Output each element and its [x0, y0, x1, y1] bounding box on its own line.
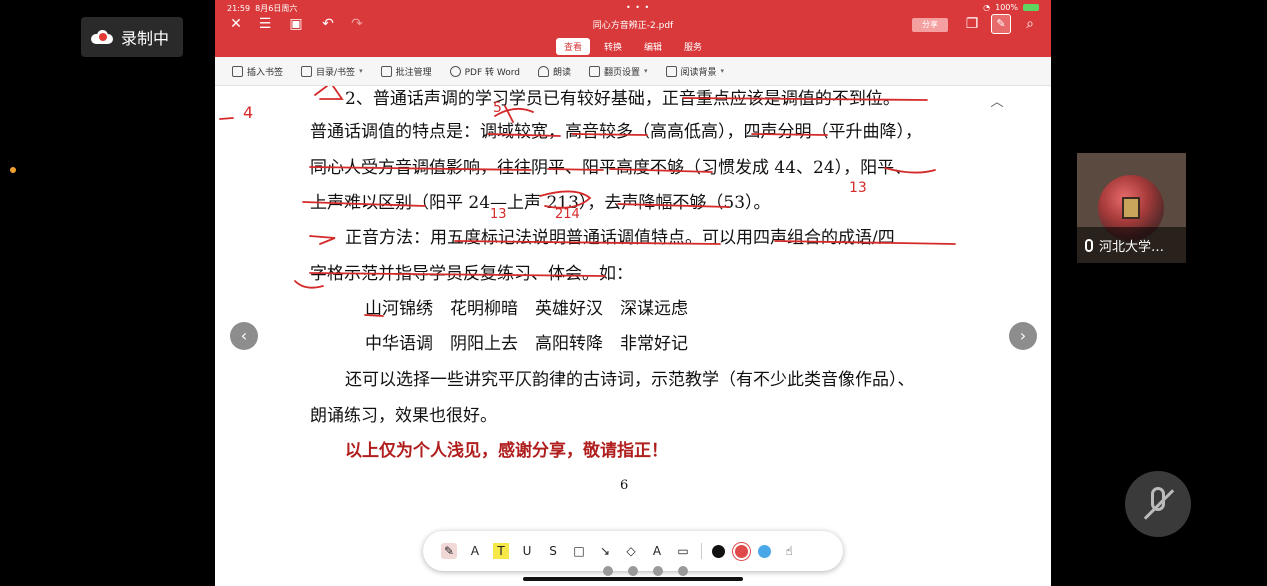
tab-convert[interactable]: 转换	[596, 38, 630, 55]
menu-icon[interactable]: ☰	[256, 15, 274, 33]
close-icon[interactable]: ✕	[227, 15, 245, 33]
toc-button[interactable]: 目录/书签 ▾	[301, 65, 363, 78]
pdf-app-header: 21:59 8月6日周六 • • • ◔ 100% 同心方音辨正-2.pdf ✕…	[215, 0, 1051, 57]
rectangle-icon[interactable]: □	[571, 543, 587, 559]
tablet-screen: 21:59 8月6日周六 • • • ◔ 100% 同心方音辨正-2.pdf ✕…	[215, 0, 1051, 586]
window-image	[1122, 197, 1140, 219]
indicator-dot	[10, 167, 16, 173]
redo-icon[interactable]: ↷	[348, 15, 366, 33]
color-black-swatch[interactable]	[712, 544, 725, 558]
participant-video-tile[interactable]: 河北大学…	[1077, 153, 1186, 263]
doc-line-6: 字格示范并指导学员反复练习、体会。如：	[310, 264, 633, 284]
divider	[701, 543, 702, 559]
collapse-toolbar-icon[interactable]: ︿	[985, 91, 1009, 110]
underline-icon[interactable]: U	[519, 543, 535, 559]
wifi-icon: ◔	[983, 3, 991, 12]
page-dots	[603, 566, 688, 576]
participant-label: 河北大学…	[1077, 227, 1186, 263]
text-highlight-icon[interactable]: T	[493, 543, 509, 559]
home-indicator[interactable]	[523, 577, 743, 581]
text-box-icon[interactable]: A	[649, 543, 665, 559]
hand-pointer-icon[interactable]: ☝	[781, 543, 797, 559]
tab-service[interactable]: 服务	[676, 38, 710, 55]
highlighter-icon[interactable]: Ａ	[467, 543, 483, 559]
share-button[interactable]: 分享	[912, 18, 948, 32]
recording-badge[interactable]: 录制中	[81, 17, 183, 57]
page-turn-settings-button[interactable]: 翻页设置 ▾	[589, 65, 648, 78]
doc-line-idioms-1: 山河锦绣 花明柳暗 英雄好汉 深谋远虑	[365, 299, 688, 319]
page-dot[interactable]	[678, 566, 688, 576]
arrow-icon[interactable]: ↘	[597, 543, 613, 559]
screen: 录制中 21:59 8月6日周六 • • • ◔ 100% 同心方音辨正-2.p…	[0, 0, 1267, 586]
page-dot[interactable]	[628, 566, 638, 576]
participant-name: 河北大学…	[1099, 239, 1165, 255]
more-dots-icon[interactable]: • • •	[626, 3, 650, 12]
doc-line-3: 同心人受方音调值影响，往往阴平、阳平高度不够（习惯发成 44、24），阳平、	[310, 158, 912, 178]
battery-percent: 100%	[995, 3, 1018, 12]
doc-line-4: 上声难以区别（阳平 24—上声 213），去声降幅不够（53）。	[310, 193, 771, 213]
main-tabs: 查看 转换 编辑 服务	[215, 38, 1051, 55]
headphone-icon	[537, 65, 549, 77]
strikethrough-icon[interactable]: S	[545, 543, 561, 559]
pen-tool-icon[interactable]: ✎	[441, 543, 457, 559]
color-red-swatch[interactable]	[735, 544, 748, 558]
list-icon	[301, 65, 313, 77]
status-indicators: ◔ 100%	[983, 3, 1039, 12]
view-toolbar: 插入书签 目录/书签 ▾ 批注管理 PDF 转 Word 朗读 翻页设置 ▾ 阅读背…	[215, 57, 1051, 86]
recording-label: 录制中	[121, 29, 170, 48]
doc-line-8: 朗诵练习，效果也很好。	[310, 406, 497, 426]
eraser-icon[interactable]: ◇	[623, 543, 639, 559]
insert-bookmark-button[interactable]: 插入书签	[232, 65, 283, 78]
status-time: 21:59 8月6日周六	[227, 4, 298, 13]
battery-icon	[1023, 4, 1039, 11]
color-blue-swatch[interactable]	[758, 544, 771, 558]
doc-line-7: 还可以选择一些讲究平仄韵律的古诗词，示范教学（有不少此类音像作品）、	[345, 370, 915, 390]
background-icon	[665, 65, 677, 77]
doc-line-1: 2、普通话声调的学习学员已有较好基础，正音重点应该是调值的不到位。	[345, 89, 900, 109]
next-page-button[interactable]: ›	[1009, 322, 1037, 350]
annotation-manage-button[interactable]: 批注管理	[380, 65, 432, 78]
microphone-icon	[1085, 238, 1093, 252]
page-icon	[589, 65, 600, 77]
convert-icon	[449, 65, 461, 77]
annotation-icon	[380, 65, 392, 77]
mute-microphone-button[interactable]	[1125, 471, 1191, 537]
handwritten-note-13a: 13	[849, 180, 867, 196]
doc-line-2: 普通话调值的特点是：调域较宽，高音较多（高高低高），四声分明（平升曲降），	[310, 122, 922, 142]
reading-background-button[interactable]: 阅读背景 ▾	[665, 65, 724, 78]
page-number: 6	[620, 478, 629, 493]
read-aloud-button[interactable]: 朗读	[537, 65, 571, 78]
undo-icon[interactable]: ↶	[319, 15, 337, 33]
search-icon[interactable]: ⌕	[1021, 15, 1039, 33]
record-dot-icon	[99, 33, 107, 41]
comment-icon[interactable]: ▭	[675, 543, 691, 559]
page-dot[interactable]	[653, 566, 663, 576]
pdf-to-word-button[interactable]: PDF 转 Word	[449, 65, 520, 78]
annotate-pen-button[interactable]: ✎	[991, 14, 1011, 34]
tab-edit[interactable]: 编辑	[636, 38, 670, 55]
bookmark-icon	[232, 65, 243, 77]
doc-line-idioms-2: 中华语调 阴阳上去 高阳转降 非常好记	[365, 334, 688, 354]
handwritten-note-4: 4	[243, 103, 253, 122]
previous-page-button[interactable]: ‹	[230, 322, 258, 350]
save-icon[interactable]: ▣	[287, 15, 305, 33]
doc-closing: 以上仅为个人浅见，感谢分享，敬请指正！	[345, 441, 668, 461]
pdf-page[interactable]: 2、普通话声调的学习学员已有较好基础，正音重点应该是调值的不到位。 普通话调值的…	[215, 86, 1051, 586]
tab-view[interactable]: 查看	[555, 38, 590, 55]
multiwindow-icon[interactable]: ❐	[963, 15, 981, 33]
doc-line-5: 正音方法：用五度标记法说明普通话调值特点。可以用四声组合的成语/四	[345, 228, 895, 248]
annotation-pen-toolbar: ✎ Ａ T U S □ ↘ ◇ A ▭ ☝	[423, 531, 843, 571]
page-dot[interactable]	[603, 566, 613, 576]
